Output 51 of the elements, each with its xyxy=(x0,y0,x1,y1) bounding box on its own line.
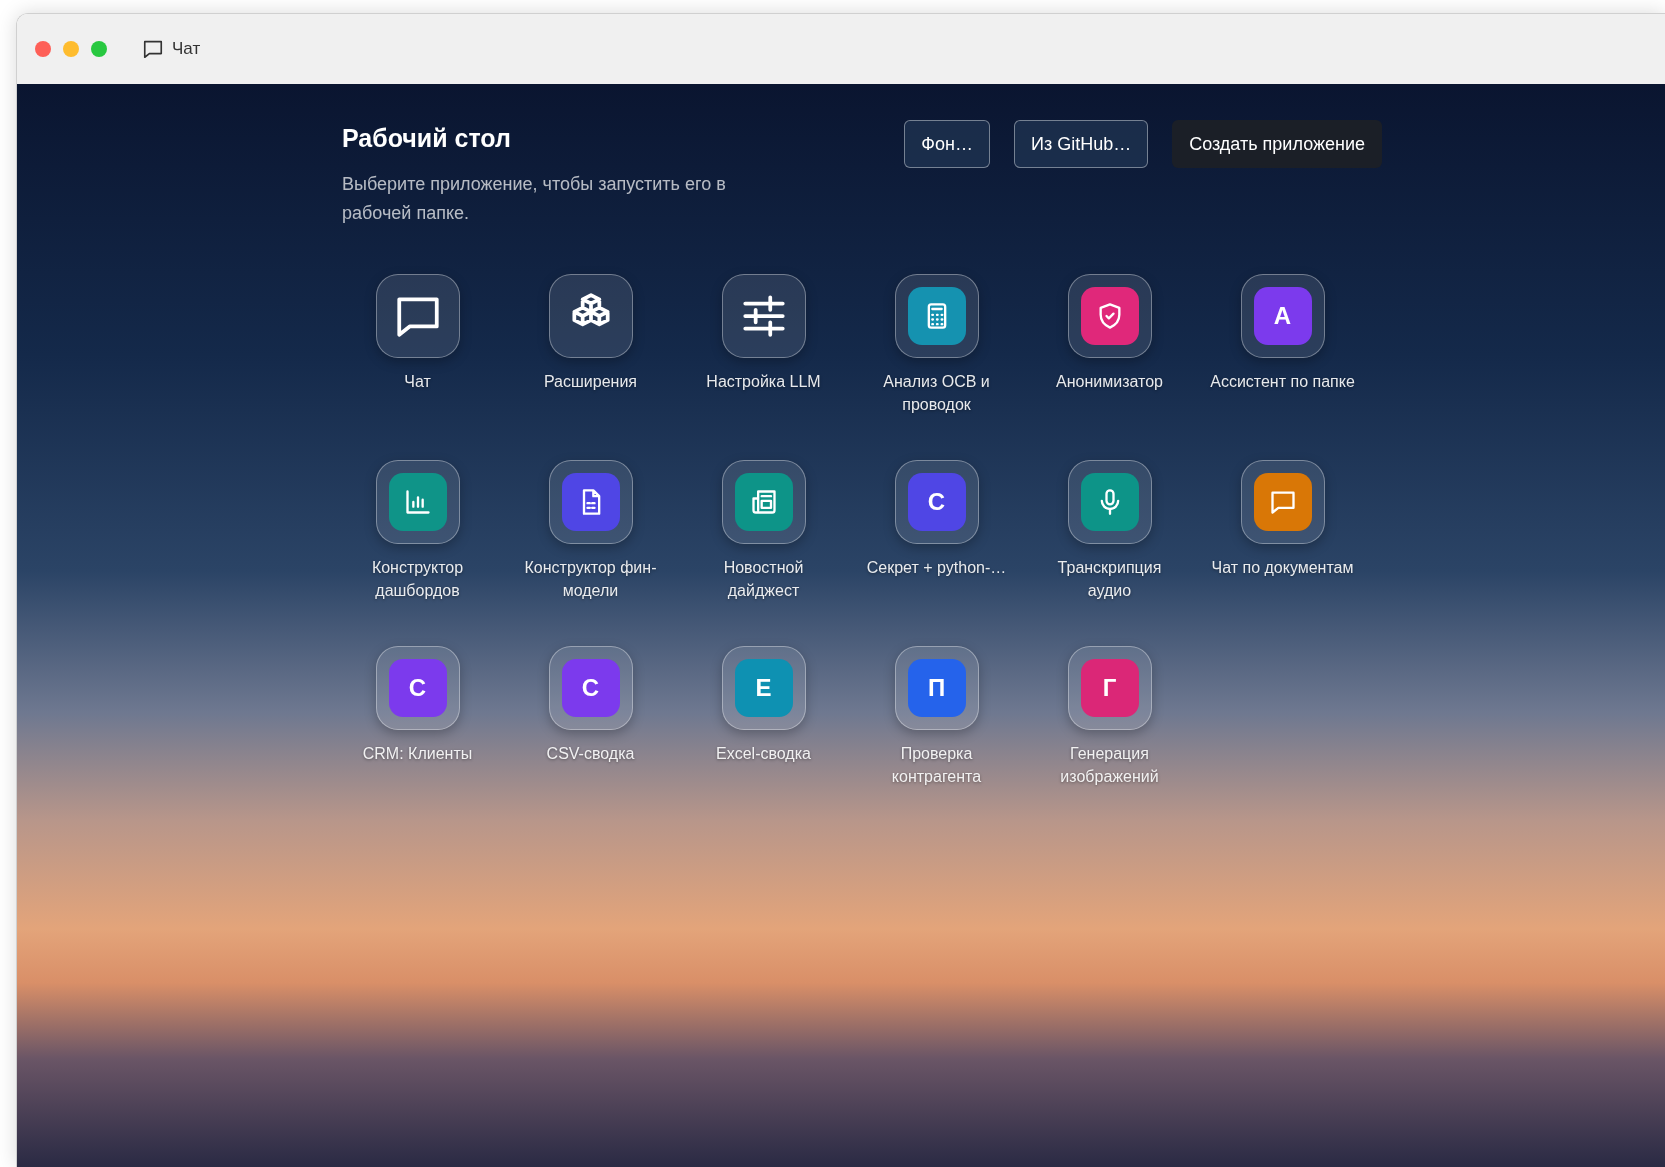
app-tile[interactable] xyxy=(375,459,460,544)
app-tile[interactable]: Г xyxy=(1067,645,1152,730)
app-label: Анализ ОСВ и проводок xyxy=(882,371,991,415)
app-label: Новостной дайджест xyxy=(722,557,805,601)
window-title: Чат xyxy=(172,38,201,61)
app-label: Конструктор фин-модели xyxy=(523,557,658,601)
app-letter-icon: П xyxy=(907,658,966,717)
app-tile[interactable]: E xyxy=(721,645,806,730)
app-tile[interactable]: C xyxy=(548,645,633,730)
app-label: Проверка контрагента xyxy=(890,743,983,787)
app-letter-icon: C xyxy=(561,658,620,717)
app-label: Чат xyxy=(403,371,432,392)
app-label: Анонимизатор xyxy=(1055,371,1164,392)
app-label: CSV-сводка xyxy=(545,743,636,764)
app-letter-icon: Г xyxy=(1080,658,1139,717)
app-label: Ассистент по папке xyxy=(1209,371,1356,392)
app-tile[interactable] xyxy=(721,273,806,358)
app-tile[interactable]: П xyxy=(894,645,979,730)
page-subtitle: Выберите приложение, чтобы запустить его в рабочей папке. xyxy=(342,172,727,225)
app-tile[interactable] xyxy=(548,273,633,358)
toolbar-button[interactable]: Фон… xyxy=(904,120,990,168)
create-app-button[interactable]: Создать приложение xyxy=(1172,120,1382,168)
app-tile[interactable] xyxy=(1067,459,1152,544)
newspaper-icon xyxy=(749,487,778,516)
app-tile[interactable]: C xyxy=(375,645,460,730)
app-tile[interactable]: A xyxy=(1240,273,1325,358)
app-tile[interactable] xyxy=(375,273,460,358)
app-label: Секрет + python-… xyxy=(865,557,1008,578)
bar-chart-icon xyxy=(403,487,432,516)
app-label: Конструктор дашбордов xyxy=(370,557,465,601)
app-tile[interactable] xyxy=(548,459,633,544)
app-tile[interactable]: C xyxy=(894,459,979,544)
app-letter-icon: A xyxy=(1253,286,1312,345)
app-label: Расширения xyxy=(542,371,638,392)
app-tile[interactable] xyxy=(894,273,979,358)
app-tile[interactable] xyxy=(1067,273,1152,358)
app-label: Генерация изображений xyxy=(1059,743,1160,787)
app-letter-icon: E xyxy=(734,658,793,717)
app-letter-icon: C xyxy=(907,472,966,531)
app-letter-icon: C xyxy=(388,658,447,717)
app-label: Чат по документам xyxy=(1210,557,1355,578)
app-tile[interactable] xyxy=(721,459,806,544)
app-label: Excel-сводка xyxy=(715,743,812,764)
chat-icon xyxy=(142,38,164,60)
app-label: CRM: Клиенты xyxy=(361,743,474,764)
close-window-button[interactable] xyxy=(35,41,51,57)
app-label: Транскрипция аудио xyxy=(1056,557,1163,601)
page-title: Рабочий стол xyxy=(342,123,512,154)
toolbar-button[interactable]: Из GitHub… xyxy=(1014,120,1149,168)
app-tile[interactable] xyxy=(1240,459,1325,544)
app-label: Настройка LLM xyxy=(705,371,822,392)
